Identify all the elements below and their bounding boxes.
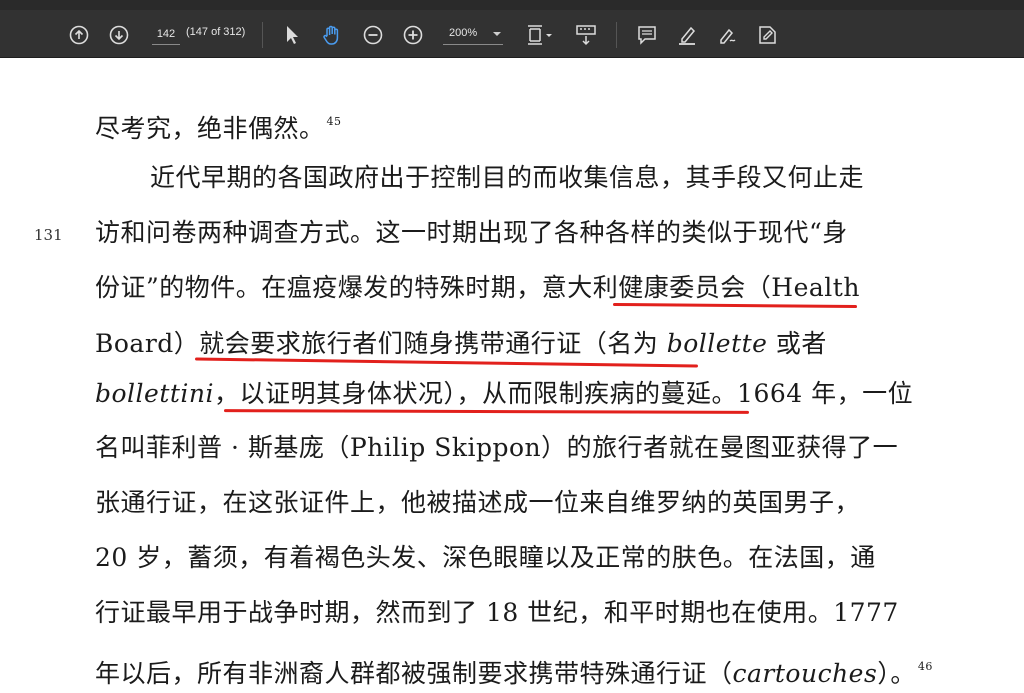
select-cursor-icon[interactable] [282,24,302,46]
up-arrow-icon[interactable] [68,24,90,46]
page-number-input[interactable] [152,24,180,45]
text-line-11: 年以后，所有非洲裔人群都被强制要求携带特殊通行证（cartouches）。 46 [95,659,933,688]
down-arrow-icon[interactable] [108,24,130,46]
text-line-9: 20 岁，蓄须，有着褐色头发、深色眼瞳以及正常的肤色。在法国，通 [95,543,876,572]
text-line-2: 近代早期的各国政府出于控制目的而收集信息，其手段又何止走 [150,163,865,192]
draw-icon[interactable] [716,23,740,47]
toolbar-divider [616,22,617,48]
red-underline-3 [223,409,750,414]
sign-icon[interactable] [756,23,780,47]
text-line-5: Board）就会要求旅行者们随身携带通行证（名为 bollette 或者 [95,329,827,358]
text-line-6: bollettini，以证明其身体状况），从而限制疾病的蔓延。1664 年，一位 [95,379,914,408]
hand-icon[interactable] [320,23,344,47]
zoom-out-icon[interactable] [362,24,384,46]
scroll-mode-icon[interactable] [574,23,598,47]
page-fit-icon[interactable] [524,23,554,47]
margin-page-number: 131 [34,226,63,244]
highlight-icon[interactable] [676,23,698,47]
window-top-strip [0,0,1024,10]
document-page: 131 尽考究，绝非偶然。 45 近代早期的各国政府出于控制目的而收集信息，其手段… [0,58,1024,693]
text-line-8: 张通行证，在这张证件上，他被描述成一位来自维罗纳的英国男子， [95,488,861,517]
pdf-toolbar: (147 of 312) 200% [0,0,1024,58]
footnote-ref[interactable]: 46 [918,660,933,673]
footnote-ref[interactable]: 45 [327,115,342,128]
text-line-1: 尽考究，绝非偶然。 45 [95,114,342,143]
text-line-10: 行证最早用于战争时期，然而到了 18 世纪，和平时期也在使用。1777 [95,598,899,627]
zoom-in-icon[interactable] [402,24,424,46]
text-line-7: 名叫菲利普 · 斯基庞（Philip Skippon）的旅行者就在曼图亚获得了一 [95,433,899,462]
zoom-value: 200% [449,27,478,39]
text-line-3: 访和问卷两种调查方式。这一时期出现了各种各样的类似于现代“身 [95,218,848,247]
chevron-down-icon [493,32,501,36]
toolbar-divider [262,22,263,48]
comment-icon[interactable] [636,24,658,46]
page-count-label: (147 of 312) [186,26,246,38]
zoom-select[interactable]: 200% [443,24,503,45]
text-line-4: 份证”的物件。在瘟疫爆发的特殊时期，意大利健康委员会（Health [95,273,860,302]
